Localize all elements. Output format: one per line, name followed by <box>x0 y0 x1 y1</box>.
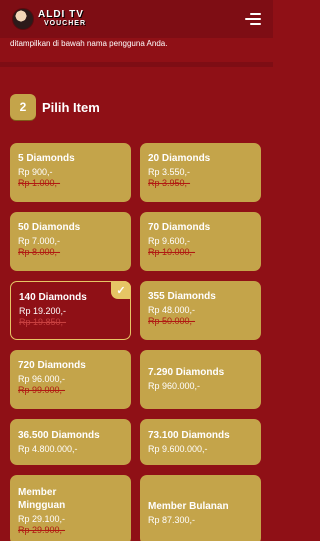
item-card-20-diamonds[interactable]: 20 Diamonds Rp 3.550,- Rp 3.950,- <box>140 143 261 202</box>
item-name: 73.100 Diamonds <box>148 430 230 441</box>
helper-text: ditampilkan di bawah nama pengguna Anda. <box>10 39 168 48</box>
item-name: 36.500 Diamonds <box>18 430 100 441</box>
item-price: Rp 9.600,- <box>148 236 191 246</box>
logo-avatar <box>12 8 34 30</box>
item-card-member-bulanan[interactable]: Member Bulanan Rp 87.300,- <box>140 475 261 541</box>
item-price: Rp 96.000,- <box>18 374 66 384</box>
item-card-7290-diamonds[interactable]: 7.290 Diamonds Rp 960.000,- <box>140 350 261 409</box>
item-name: 7.290 Diamonds <box>148 367 225 378</box>
item-price: Rp 87.300,- <box>148 515 196 525</box>
item-price: Rp 960.000,- <box>148 381 201 391</box>
item-card-720-diamonds[interactable]: 720 Diamonds Rp 96.000,- Rp 99.000,- <box>10 350 131 409</box>
item-card-70-diamonds[interactable]: 70 Diamonds Rp 9.600,- Rp 10.000,- <box>140 212 261 271</box>
logo-subtitle: VOUCHER <box>44 20 87 27</box>
item-card-5-diamonds[interactable]: 5 Diamonds Rp 900,- Rp 1.000,- <box>10 143 131 202</box>
item-name: 355 Diamonds <box>148 291 216 302</box>
step-header: 2 Pilih Item <box>10 94 100 120</box>
item-old-price: Rp 50.000,- <box>148 316 196 326</box>
item-price: Rp 48.000,- <box>148 305 196 315</box>
step-title: Pilih Item <box>42 99 100 115</box>
item-card-73100-diamonds[interactable]: 73.100 Diamonds Rp 9.600.000,- <box>140 419 261 465</box>
item-card-355-diamonds[interactable]: 355 Diamonds Rp 48.000,- Rp 50.000,- <box>140 281 261 340</box>
item-price: Rp 7.000,- <box>18 236 61 246</box>
item-old-price: Rp 19.850,- <box>19 317 67 327</box>
logo-title: ALDI TV <box>38 9 84 20</box>
item-price: Rp 9.600.000,- <box>148 444 208 454</box>
item-price: Rp 4.800.000,- <box>18 444 78 454</box>
logo[interactable]: ALDI TV VOUCHER <box>12 8 86 30</box>
item-price: Rp 900,- <box>18 167 53 177</box>
item-card-50-diamonds[interactable]: 50 Diamonds Rp 7.000,- Rp 8.000,- <box>10 212 131 271</box>
item-name: 140 Diamonds <box>19 292 87 303</box>
item-old-price: Rp 99.000,- <box>18 385 66 395</box>
item-old-price: Rp 10.000,- <box>148 247 196 257</box>
item-name: 5 Diamonds <box>18 153 75 164</box>
item-name: Member Mingguan <box>18 487 66 511</box>
item-name: 20 Diamonds <box>148 153 211 164</box>
step-number-badge: 2 <box>10 94 36 120</box>
menu-icon[interactable] <box>245 13 261 25</box>
item-name: 50 Diamonds <box>18 222 81 233</box>
check-icon: ✓ <box>111 281 131 299</box>
item-card-member-mingguan[interactable]: Member Mingguan Rp 29.100,- Rp 29.900,- <box>10 475 131 541</box>
item-name: 720 Diamonds <box>18 360 86 371</box>
item-name: Member Bulanan <box>148 501 229 512</box>
item-name: 70 Diamonds <box>148 222 211 233</box>
item-card-36500-diamonds[interactable]: 36.500 Diamonds Rp 4.800.000,- <box>10 419 131 465</box>
item-old-price: Rp 3.950,- <box>148 178 191 188</box>
item-old-price: Rp 8.000,- <box>18 247 61 257</box>
item-old-price: Rp 29.900,- <box>18 525 66 535</box>
item-card-140-diamonds-selected[interactable]: ✓ 140 Diamonds Rp 19.200,- Rp 19.850,- <box>10 281 131 340</box>
item-price: Rp 3.550,- <box>148 167 191 177</box>
header: ALDI TV VOUCHER <box>0 0 273 38</box>
item-old-price: Rp 1.000,- <box>18 178 61 188</box>
item-price: Rp 29.100,- <box>18 514 66 524</box>
item-price: Rp 19.200,- <box>19 306 67 316</box>
section-divider <box>0 62 273 67</box>
